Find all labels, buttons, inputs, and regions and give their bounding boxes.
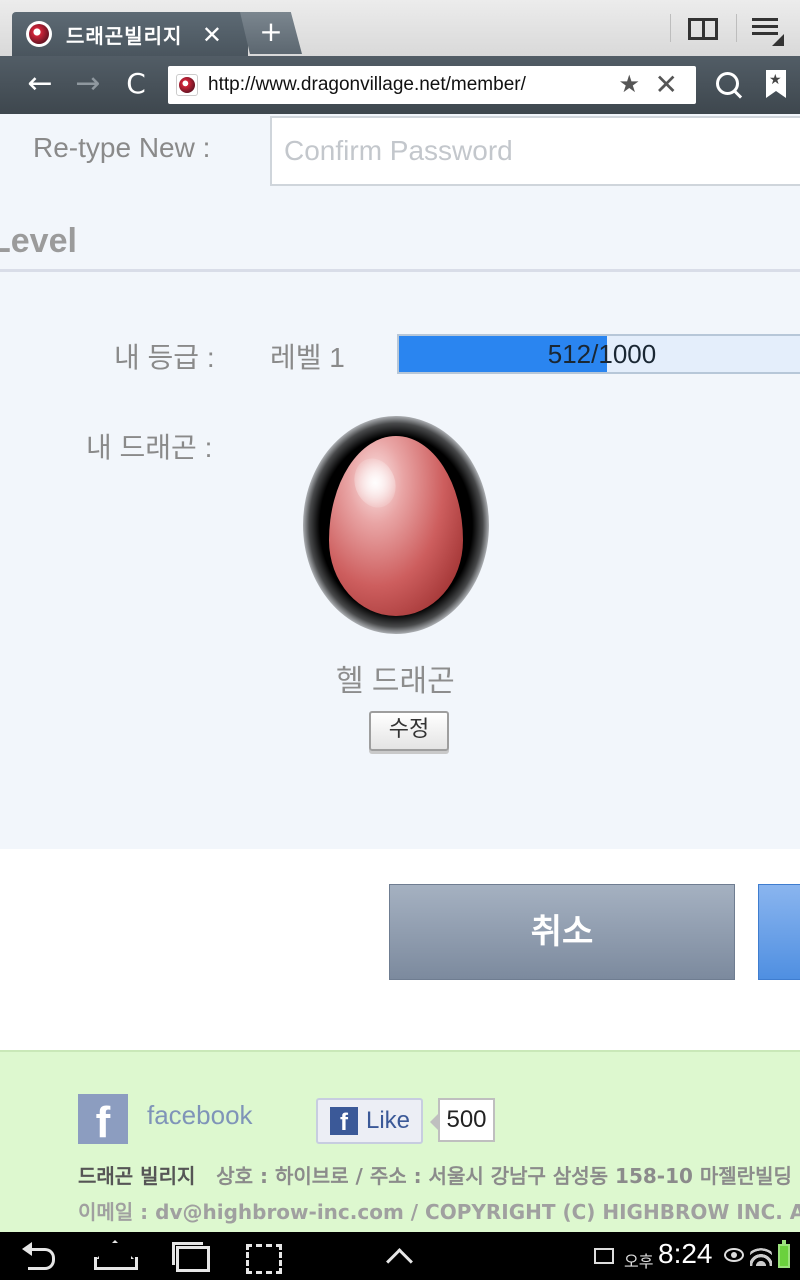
browser-tab-active[interactable]: 드래곤빌리지 ✕ <box>12 12 248 56</box>
web-page: Re-type New : Level 내 등급 : 레벨 1 512/1000… <box>0 114 800 1232</box>
toolbar-divider <box>736 14 737 42</box>
browser-tab-bar: 드래곤빌리지 ✕ + <box>0 0 800 56</box>
company-info-line: 드래곤 빌리지 상호 : 하이브로 / 주소 : 서울시 강남구 삼성동 158… <box>78 1160 792 1189</box>
edit-dragon-button[interactable]: 수정 <box>369 711 449 751</box>
system-home-icon[interactable] <box>92 1240 138 1272</box>
system-back-icon[interactable] <box>22 1240 58 1272</box>
my-dragon-label: 내 드래곤 : <box>86 432 213 463</box>
site-favicon-icon <box>176 74 198 96</box>
tab-title: 드래곤빌리지 <box>66 23 183 48</box>
bookmark-star-icon[interactable]: ★ <box>618 70 640 98</box>
wifi-signal-icon <box>750 1244 772 1266</box>
smart-stay-eye-icon <box>724 1248 744 1262</box>
forward-arrow-icon[interactable]: → <box>68 66 108 104</box>
facebook-f-icon: f <box>330 1107 358 1136</box>
site-favicon-icon <box>26 21 52 47</box>
grade-value: 레벨 1 <box>270 342 345 373</box>
facebook-like-button[interactable]: f Like <box>316 1098 423 1144</box>
confirm-password-input[interactable] <box>270 116 800 186</box>
facebook-logo-icon[interactable]: f <box>78 1094 128 1147</box>
contact-copyright-line: 이메일 : dv@highbrow-inc.com / COPYRIGHT (C… <box>78 1200 800 1224</box>
url-text[interactable]: http://www.dragonvillage.net/member/ <box>208 74 526 96</box>
browser-nav-bar: ← → C http://www.dragonvillage.net/membe… <box>0 56 800 114</box>
facebook-link[interactable]: facebook <box>147 1100 253 1131</box>
tabs-overview-icon[interactable] <box>688 18 718 40</box>
company-info: 상호 : 하이브로 / 주소 : 서울시 강남구 삼성동 158-10 마젤란빌… <box>216 1164 792 1188</box>
like-label: Like <box>366 1107 411 1134</box>
reload-icon[interactable]: C <box>116 66 156 104</box>
browser-menu-icon[interactable] <box>752 14 784 46</box>
chevron-up-icon[interactable] <box>384 1240 414 1272</box>
clear-url-icon[interactable]: ✕ <box>655 68 678 101</box>
bookmarks-icon[interactable] <box>766 70 786 98</box>
search-icon[interactable] <box>712 68 746 102</box>
system-navigation-bar: 오후 8:24 <box>0 1232 800 1280</box>
back-arrow-icon[interactable]: ← <box>20 66 60 104</box>
recent-apps-icon[interactable] <box>170 1240 210 1272</box>
level-section-heading: Level <box>0 222 77 260</box>
footer-brand: 드래곤 빌리지 <box>78 1164 196 1188</box>
screenshot-icon[interactable] <box>244 1240 282 1274</box>
experience-progress-bar: 512/1000 <box>397 334 800 374</box>
gallery-notification-icon <box>594 1248 614 1264</box>
confirm-button[interactable] <box>758 884 800 980</box>
dragon-egg-image <box>303 416 489 634</box>
battery-icon <box>778 1240 790 1268</box>
retype-password-label: Re-type New : <box>33 132 211 163</box>
cancel-button[interactable]: 취소 <box>389 884 735 980</box>
address-bar[interactable]: http://www.dragonvillage.net/member/ ★ ✕ <box>168 66 696 104</box>
section-divider <box>0 269 800 272</box>
close-tab-icon[interactable]: ✕ <box>202 21 222 49</box>
dragon-name: 헬 드래곤 <box>336 665 455 698</box>
like-count-badge: 500 <box>430 1098 495 1142</box>
experience-progress-text: 512/1000 <box>547 339 657 369</box>
clock-time[interactable]: 8:24 <box>658 1238 713 1270</box>
clock-ampm: 오후 <box>624 1252 654 1271</box>
grade-label: 내 등급 : <box>114 342 215 373</box>
toolbar-divider <box>670 14 671 42</box>
new-tab-button[interactable]: + <box>240 12 302 54</box>
site-footer: f facebook f Like 500 드래곤 빌리지 상호 : 하이브로 … <box>0 1050 800 1232</box>
member-form-area: Re-type New : Level 내 등급 : 레벨 1 512/1000… <box>0 114 800 849</box>
